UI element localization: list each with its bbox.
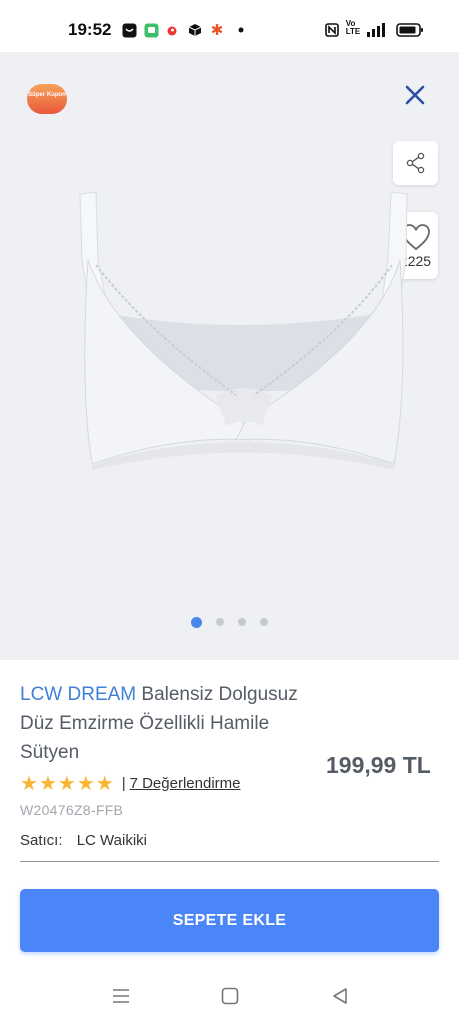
vodafone-icon bbox=[166, 22, 178, 38]
product-gallery[interactable]: Süper Kupon 2225 bbox=[0, 52, 459, 660]
rating-row: ★ ★ ★ ★ ★ | 7 Değerlendirme bbox=[20, 771, 241, 796]
add-to-cart-button[interactable]: SEPETE EKLE bbox=[20, 889, 439, 952]
gallery-pagination[interactable] bbox=[0, 617, 459, 628]
home-button[interactable] bbox=[218, 984, 242, 1008]
reviews-link[interactable]: 7 Değerlendirme bbox=[130, 775, 241, 792]
star-icon: ★ bbox=[20, 772, 38, 795]
status-time: 19:52 bbox=[68, 20, 112, 39]
dot-icon bbox=[236, 22, 246, 38]
app-notification-icon bbox=[121, 22, 137, 38]
signal-icon bbox=[365, 22, 387, 38]
star-icon: ★ bbox=[76, 772, 95, 795]
seller-row: Satıcı: LC Waikiki bbox=[20, 832, 147, 849]
coupon-badge-label: Süper Kupon bbox=[28, 92, 66, 98]
star-icon: ★ bbox=[38, 772, 57, 795]
close-button[interactable] bbox=[400, 80, 430, 110]
nfc-icon bbox=[324, 22, 340, 38]
status-bar: 19:52 ✱ Vo LTE bbox=[0, 0, 459, 52]
product-image[interactable] bbox=[76, 190, 412, 470]
rating-stars: ★ ★ ★ ★ ★ bbox=[20, 771, 114, 796]
divider bbox=[20, 861, 439, 862]
seller-name[interactable]: LC Waikiki bbox=[77, 832, 147, 849]
message-icon bbox=[143, 22, 159, 38]
home-square-icon bbox=[221, 987, 239, 1005]
pagination-dot-2[interactable] bbox=[216, 618, 224, 626]
back-button[interactable] bbox=[328, 984, 352, 1008]
back-triangle-icon bbox=[333, 988, 347, 1004]
product-detail-page: 19:52 ✱ Vo LTE Süper Kupon 2225 LCW DREA… bbox=[0, 0, 459, 1024]
close-icon bbox=[405, 85, 425, 105]
asterisk-icon: ✱ bbox=[210, 22, 224, 39]
share-button[interactable] bbox=[393, 141, 438, 185]
review-separator: | bbox=[121, 774, 126, 792]
super-coupon-badge: Süper Kupon bbox=[27, 84, 67, 114]
recent-apps-button[interactable] bbox=[109, 984, 133, 1008]
box-icon bbox=[187, 22, 203, 38]
pagination-dot-1[interactable] bbox=[191, 617, 202, 628]
product-brand[interactable]: LCW DREAM bbox=[20, 684, 136, 705]
pagination-dot-4[interactable] bbox=[260, 618, 268, 626]
product-title: LCW DREAM Balensiz Dolgusuz Düz Emzirme … bbox=[20, 680, 320, 767]
battery-icon bbox=[395, 22, 425, 38]
product-price: 199,99 TL bbox=[326, 752, 431, 778]
system-nav-bar bbox=[0, 968, 459, 1024]
pagination-dot-3[interactable] bbox=[238, 618, 246, 626]
volte-label: Vo LTE bbox=[345, 19, 361, 36]
share-icon bbox=[406, 152, 424, 174]
seller-label: Satıcı: bbox=[20, 832, 63, 849]
menu-icon bbox=[113, 989, 129, 1003]
product-sku: W20476Z8-FFB bbox=[20, 802, 124, 818]
star-icon: ★ bbox=[57, 772, 76, 795]
star-icon: ★ bbox=[95, 772, 114, 795]
